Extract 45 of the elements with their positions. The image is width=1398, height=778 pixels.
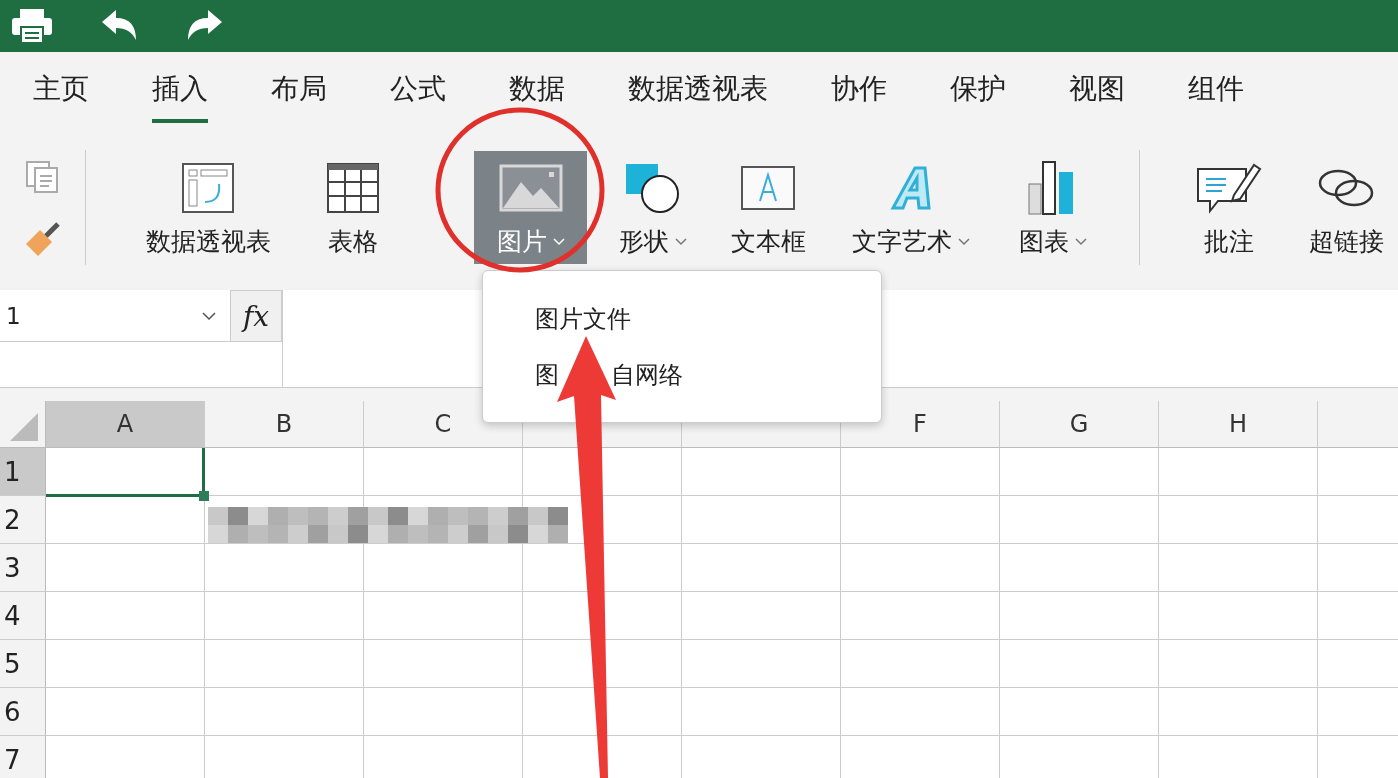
row-header[interactable]: 7 [0,736,46,778]
ribbon-button[interactable]: 数据透视表 [133,151,283,264]
ribbon-tab[interactable]: 保护 [950,52,1006,125]
ribbon-tab[interactable]: 插入 [152,52,208,125]
chevron-down-icon [202,311,216,320]
ribbon-tab[interactable]: 数据 [509,52,565,125]
column-header[interactable]: B [205,401,364,448]
ribbon-button[interactable]: 表格 [283,151,423,264]
function-button[interactable]: fx [230,290,282,342]
menu-item[interactable]: 图 自网络 [535,358,881,391]
row-header[interactable]: 4 [0,592,46,640]
ribbon-tab[interactable]: 数据透视表 [628,52,768,125]
row-header[interactable]: 6 [0,688,46,736]
ribbon-button[interactable]: 批注 [1174,151,1284,264]
ribbon-tab[interactable]: 主页 [33,52,89,125]
ribbon-button[interactable]: 超链接 [1294,151,1398,264]
column-header[interactable]: H [1159,401,1318,448]
table-icon [326,162,380,214]
row-header[interactable]: 5 [0,640,46,688]
undo-icon[interactable] [100,10,138,42]
word-art-icon [888,164,933,212]
comment-icon [1196,161,1262,215]
fill-handle[interactable] [199,491,209,501]
ribbon-button[interactable]: 文本框 [713,151,823,264]
shapes-icon [624,162,682,214]
image-icon [498,164,563,212]
ribbon-tab[interactable]: 公式 [390,52,446,125]
menu-item[interactable]: 图片文件 [535,302,881,335]
column-header[interactable]: A [46,401,205,448]
ribbon-tab[interactable]: 协作 [831,52,887,125]
ribbon-tab[interactable]: 视图 [1069,52,1125,125]
print-icon[interactable] [12,9,52,43]
row-header[interactable]: 1 [0,448,46,496]
row-header[interactable]: 3 [0,544,46,592]
text-box-icon [740,165,796,211]
ribbon-tab[interactable]: 组件 [1188,52,1244,125]
row-header[interactable]: 2 [0,496,46,544]
ribbon-button[interactable]: 图表 [993,151,1113,264]
ribbon-button[interactable]: 文字艺术 [828,151,993,264]
pivot-table-icon [181,162,235,214]
column-header[interactable]: G [1000,401,1159,448]
ribbon-button[interactable]: 图片 [474,151,587,264]
ribbon-tab[interactable]: 布局 [271,52,327,125]
ribbon-button[interactable]: 形状 [593,151,713,264]
redo-icon[interactable] [186,10,224,42]
